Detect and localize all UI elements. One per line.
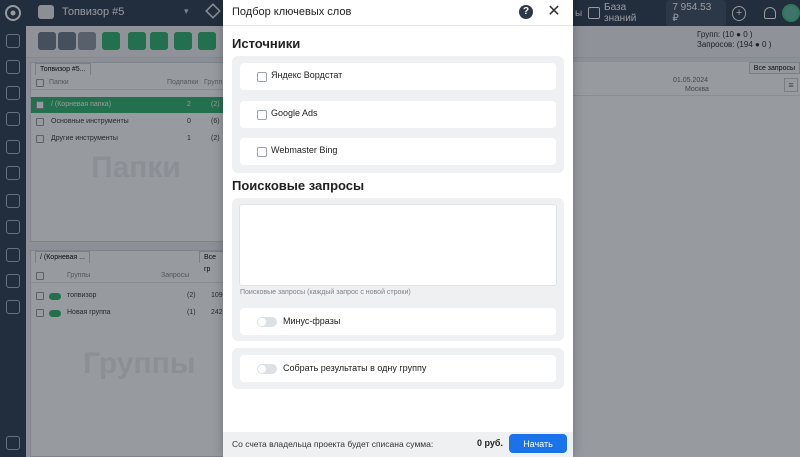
modal-footer: Со счета владельца проекта будет списана…	[223, 432, 573, 457]
help-icon[interactable]: ?	[519, 5, 533, 19]
source-label: Google Ads	[271, 108, 318, 118]
keyword-selection-modal: Подбор ключевых слов ? ✕ Источники Яндек…	[223, 0, 573, 457]
modal-title: Подбор ключевых слов	[232, 6, 352, 18]
collect-group: Собрать результаты в одну группу	[232, 348, 564, 389]
source-checkbox[interactable]	[257, 110, 267, 120]
start-button[interactable]: Начать	[509, 434, 567, 453]
source-label: Яндекс Вордстат	[271, 70, 343, 80]
source-google-ads[interactable]: Google Ads	[240, 101, 556, 128]
queries-group: Поисковые запросы (каждый запрос с новой…	[232, 198, 564, 341]
modal-header: Подбор ключевых слов ? ✕	[223, 0, 573, 26]
collect-one-group-label: Собрать результаты в одну группу	[283, 363, 427, 373]
source-checkbox[interactable]	[257, 72, 267, 82]
minus-phrases-row[interactable]: Минус-фразы	[240, 308, 556, 335]
source-checkbox[interactable]	[257, 147, 267, 157]
queries-title: Поисковые запросы	[232, 178, 365, 193]
source-webmaster-bing[interactable]: Webmaster Bing	[240, 138, 556, 165]
sources-title: Источники	[232, 36, 301, 51]
collect-one-group-row[interactable]: Собрать результаты в одну группу	[240, 355, 556, 382]
source-yandex-wordstat[interactable]: Яндекс Вордстат	[240, 63, 556, 90]
close-icon[interactable]: ✕	[546, 3, 562, 21]
sources-group: Яндекс Вордстат Google Ads Webmaster Bin…	[232, 56, 564, 173]
queries-hint: Поисковые запросы (каждый запрос с новой…	[240, 289, 411, 296]
charge-notice: Со счета владельца проекта будет списана…	[232, 439, 434, 449]
source-label: Webmaster Bing	[271, 145, 338, 155]
minus-phrases-label: Минус-фразы	[283, 316, 341, 326]
collect-one-group-toggle[interactable]	[257, 364, 277, 374]
search-queries-textarea[interactable]	[239, 204, 557, 286]
charge-amount: 0 руб.	[477, 438, 503, 448]
minus-phrases-toggle[interactable]	[257, 317, 277, 327]
